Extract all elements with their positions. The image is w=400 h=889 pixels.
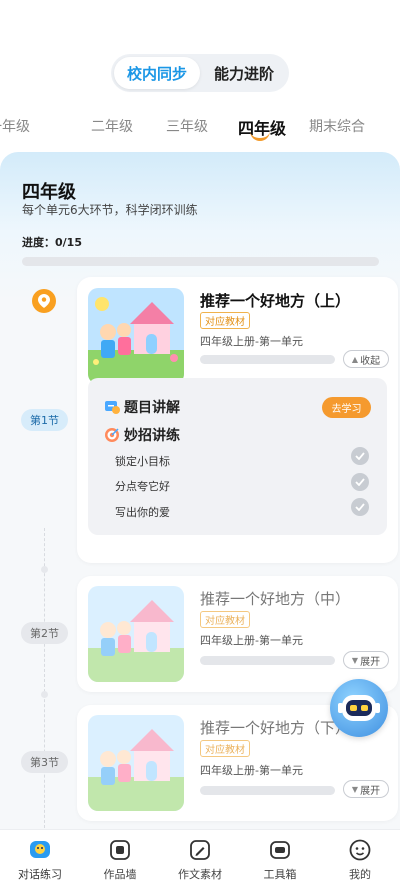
mode-segmented-control: 校内同步 能力进阶 bbox=[111, 54, 289, 92]
timeline-line bbox=[44, 528, 45, 828]
section-pill-1: 第1节 bbox=[21, 409, 68, 431]
timeline-dot bbox=[41, 691, 48, 698]
caret-up-icon: ▲ bbox=[351, 354, 359, 364]
tab-grade-3[interactable]: 三年级 bbox=[166, 116, 208, 136]
section-pill-3: 第3节 bbox=[21, 751, 68, 773]
check-icon bbox=[351, 447, 369, 465]
chat-practice-icon bbox=[30, 841, 50, 858]
profile-icon bbox=[349, 839, 371, 861]
collapse-button[interactable]: ▲ 收起 bbox=[343, 350, 389, 368]
bottom-tab-bar: 对话练习 作品墙 作文素材 工具箱 我的 bbox=[0, 829, 400, 889]
tab-writing-materials[interactable]: 作文素材 bbox=[160, 838, 240, 882]
location-pin-icon bbox=[32, 289, 56, 313]
section-pill-2: 第2节 bbox=[21, 622, 68, 644]
lesson-card-2[interactable]: 推荐一个好地方（中） 对应教材 四年级上册-第一单元 ▼ 展开 bbox=[77, 576, 398, 692]
toggle-label: 展开 bbox=[360, 785, 381, 797]
lecture-icon bbox=[105, 401, 120, 414]
lecture-row: 题目讲解 bbox=[104, 397, 180, 417]
toolbox-icon bbox=[270, 841, 290, 859]
lesson-unit: 四年级上册-第一单元 bbox=[200, 335, 303, 348]
lesson-thumbnail bbox=[88, 715, 184, 811]
tab-toolbox[interactable]: 工具箱 bbox=[240, 838, 320, 882]
caret-down-icon: ▼ bbox=[351, 784, 359, 794]
segment-ability-advance[interactable]: 能力进阶 bbox=[201, 57, 287, 89]
expand-button[interactable]: ▼ 展开 bbox=[343, 780, 389, 798]
lesson-unit: 四年级上册-第一单元 bbox=[200, 764, 303, 777]
panel-subtitle: 每个单元6大环节，科学闭环训练 bbox=[22, 203, 198, 217]
tab-chat-practice[interactable]: 对话练习 bbox=[0, 838, 80, 882]
tab-label: 作品墙 bbox=[103, 868, 137, 881]
tab-works-wall[interactable]: 作品墙 bbox=[80, 838, 160, 882]
tab-me[interactable]: 我的 bbox=[320, 838, 400, 882]
textbook-tag: 对应教材 bbox=[200, 611, 250, 628]
writing-materials-icon bbox=[190, 840, 210, 860]
tab-grade-1[interactable]: 一年级 bbox=[0, 116, 30, 136]
check-icon bbox=[351, 498, 369, 516]
lesson-progress-bar bbox=[200, 656, 335, 665]
lesson-steps-panel: 题目讲解 去学习 妙招讲练 锁定小目标 分点夸它好 写出你的爱 bbox=[88, 378, 387, 535]
go-study-button[interactable]: 去学习 bbox=[322, 397, 371, 418]
textbook-tag: 对应教材 bbox=[200, 740, 250, 757]
tab-final-review[interactable]: 期末综合 bbox=[309, 116, 365, 136]
toggle-label: 收起 bbox=[360, 355, 381, 367]
robot-assistant-icon[interactable] bbox=[330, 679, 388, 737]
timeline-dot bbox=[41, 566, 48, 573]
lesson-thumbnail bbox=[88, 586, 184, 682]
task-item[interactable]: 锁定小目标 bbox=[115, 453, 170, 469]
tab-grade-2[interactable]: 二年级 bbox=[91, 116, 133, 136]
progress-bar bbox=[22, 257, 379, 266]
caret-down-icon: ▼ bbox=[351, 655, 359, 665]
grade-tabs: 一年级 二年级 三年级 四年级 期末综合 bbox=[0, 116, 400, 146]
task-item[interactable]: 写出你的爱 bbox=[115, 504, 170, 520]
progress-label: 进度：0/15 bbox=[22, 236, 82, 249]
lesson-title: 推荐一个好地方（中） bbox=[200, 590, 351, 608]
lesson-card-1[interactable]: 推荐一个好地方（上） 对应教材 四年级上册-第一单元 ▲ 收起 题目讲解 去学习 … bbox=[77, 277, 398, 563]
textbook-tag: 对应教材 bbox=[200, 312, 250, 329]
task-item[interactable]: 分点夸它好 bbox=[115, 478, 170, 494]
tab-label: 我的 bbox=[349, 868, 371, 881]
works-wall-icon bbox=[110, 840, 130, 860]
practice-row: 妙招讲练 bbox=[104, 425, 180, 445]
tab-label: 对话练习 bbox=[18, 868, 62, 881]
check-icon bbox=[351, 473, 369, 491]
practice-label: 妙招讲练 bbox=[124, 428, 180, 444]
tab-label: 作文素材 bbox=[178, 868, 222, 881]
lecture-label: 题目讲解 bbox=[124, 400, 180, 416]
expand-button[interactable]: ▼ 展开 bbox=[343, 651, 389, 669]
lesson-progress-bar bbox=[200, 355, 335, 364]
target-icon bbox=[105, 428, 119, 442]
toggle-label: 展开 bbox=[360, 656, 381, 668]
lesson-progress-bar bbox=[200, 786, 335, 795]
lesson-thumbnail bbox=[88, 288, 184, 384]
segment-school-sync[interactable]: 校内同步 bbox=[114, 57, 200, 89]
lesson-unit: 四年级上册-第一单元 bbox=[200, 634, 303, 647]
lesson-title: 推荐一个好地方（上） bbox=[200, 292, 351, 310]
lesson-title: 推荐一个好地方（下） bbox=[200, 719, 351, 737]
tab-label: 工具箱 bbox=[263, 868, 297, 881]
